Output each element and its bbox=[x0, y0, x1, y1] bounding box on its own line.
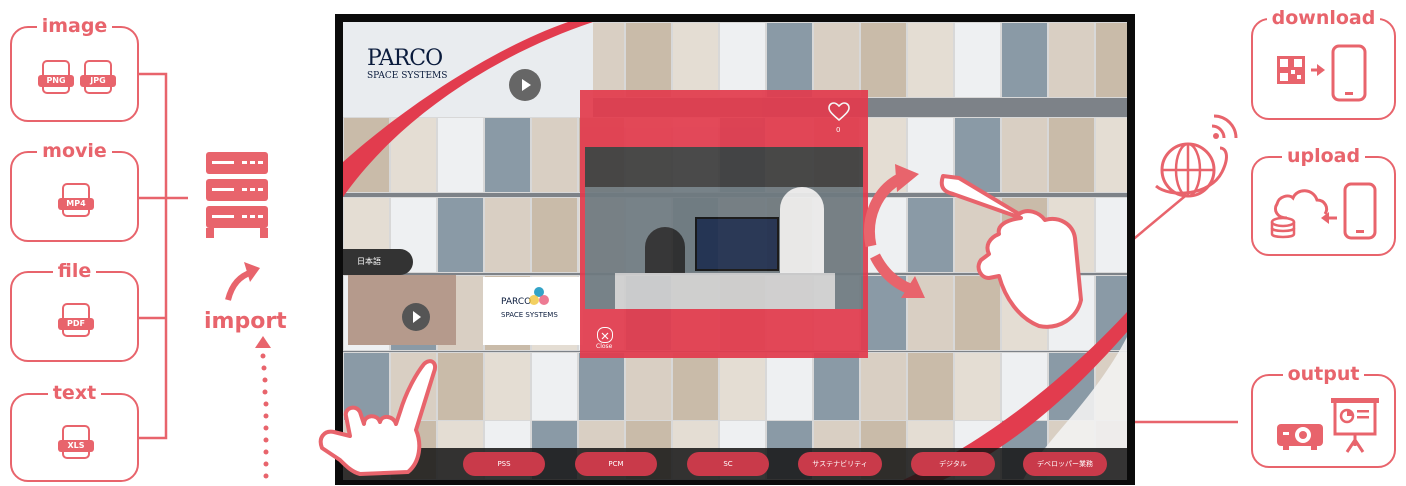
jpg-file-icon: JPG bbox=[80, 60, 116, 94]
nav-button-digital[interactable]: デジタル bbox=[911, 452, 995, 476]
file-panel: file PDF bbox=[10, 260, 139, 362]
pdf-file-icon: PDF bbox=[58, 303, 94, 337]
nav-button-sc[interactable]: SC bbox=[687, 452, 769, 476]
image-panel: image PNG JPG bbox=[10, 15, 139, 122]
heart-icon bbox=[828, 102, 850, 122]
output-panel-title: output bbox=[1282, 363, 1365, 385]
header-play-button[interactable] bbox=[509, 69, 541, 101]
brand-title: PARCO bbox=[367, 46, 443, 71]
nav-button-pss[interactable]: PSS bbox=[463, 452, 545, 476]
swipe-hand-icon bbox=[939, 174, 1083, 329]
mp4-file-icon: MP4 bbox=[58, 183, 94, 217]
curved-up-arrow-icon bbox=[225, 262, 260, 301]
card-logo-bottom: SPACE SYSTEMS bbox=[501, 311, 558, 319]
text-panel-title: text bbox=[47, 382, 102, 404]
text-panel: text XLS bbox=[10, 382, 139, 482]
brand-logo: PARCO SPACE SYSTEMS bbox=[367, 46, 447, 81]
import-label: import bbox=[204, 309, 287, 334]
globe-wifi-icon bbox=[1155, 114, 1238, 198]
rotate-arrows-icon bbox=[864, 164, 925, 298]
qr-to-phone-icon bbox=[1277, 44, 1367, 102]
nav-button-developer[interactable]: デベロッパー業務 bbox=[1023, 452, 1107, 476]
xls-file-icon: XLS bbox=[58, 425, 94, 459]
upload-panel: upload bbox=[1251, 145, 1396, 256]
like-count: 0 bbox=[836, 126, 841, 134]
touch-hand-icon bbox=[318, 359, 437, 476]
modal-photo bbox=[585, 147, 863, 309]
cloud-upload-icon bbox=[1270, 182, 1377, 240]
projector-screen-icon bbox=[1277, 398, 1379, 453]
output-panel: output bbox=[1251, 363, 1396, 468]
close-icon bbox=[601, 332, 609, 340]
download-panel-title: download bbox=[1266, 7, 1381, 29]
brand-card[interactable]: PARCO SPACE SYSTEMS bbox=[483, 277, 583, 345]
nav-button-pcm[interactable]: PCM bbox=[575, 452, 657, 476]
nav-button-sustainability[interactable]: サステナビリティ bbox=[798, 452, 882, 476]
close-label: Close bbox=[596, 343, 613, 350]
language-button[interactable]: 日本語 bbox=[343, 249, 413, 275]
file-panel-title: file bbox=[52, 260, 97, 282]
play-icon bbox=[413, 311, 421, 323]
play-icon bbox=[522, 79, 531, 91]
server-icon bbox=[206, 152, 268, 238]
colorful-logo-mark bbox=[529, 287, 549, 305]
video-thumbnail[interactable] bbox=[348, 275, 456, 345]
close-button[interactable] bbox=[597, 327, 613, 343]
detail-modal: 0 Close bbox=[580, 90, 868, 358]
movie-panel: movie MP4 bbox=[10, 140, 139, 242]
like-button[interactable] bbox=[828, 102, 850, 124]
language-label: 日本語 bbox=[357, 257, 381, 266]
upload-panel-title: upload bbox=[1281, 145, 1366, 167]
image-panel-title: image bbox=[36, 15, 113, 37]
png-file-icon: PNG bbox=[38, 60, 74, 94]
brand-subtitle: SPACE SYSTEMS bbox=[367, 71, 448, 81]
movie-panel-title: movie bbox=[37, 140, 112, 162]
video-play-button[interactable] bbox=[402, 303, 430, 331]
download-panel: download bbox=[1251, 7, 1396, 120]
